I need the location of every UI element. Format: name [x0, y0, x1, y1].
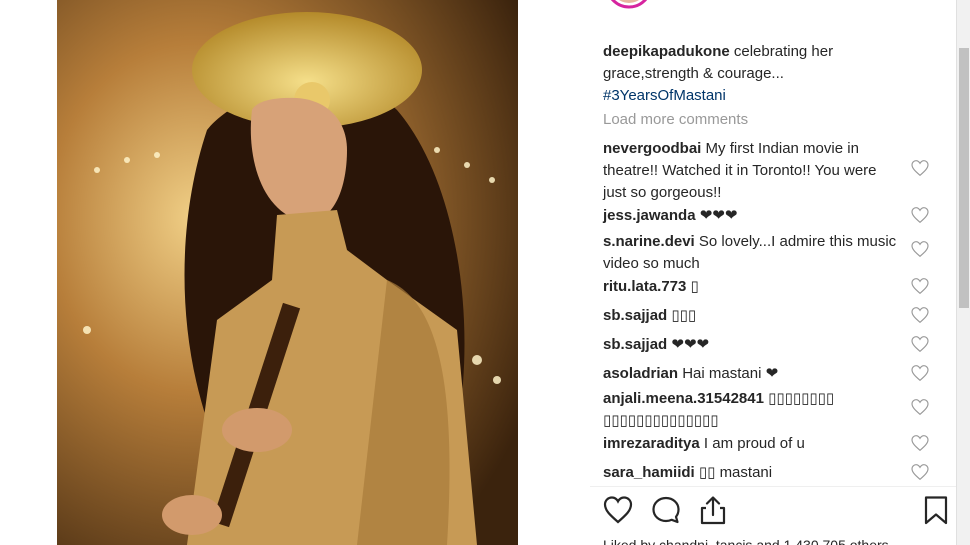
scrollbar-thumb[interactable] — [959, 48, 969, 308]
comment-text: ▯▯▯ — [671, 307, 697, 324]
likes-count[interactable]: Liked by chandni_tancis and 1,430,705 ot… — [603, 537, 889, 545]
comment-username[interactable]: sb.sajjad — [603, 307, 667, 324]
comment-like-heart-icon[interactable] — [911, 307, 929, 323]
bookmark-icon[interactable] — [920, 494, 952, 526]
comment-item: imrezaraditya I am proud of u — [603, 433, 903, 455]
comment-username[interactable]: anjali.meena.31542841 — [603, 390, 764, 407]
comment-text: ❤❤❤ — [671, 336, 710, 353]
comment-text: ▯▯ mastani — [698, 464, 773, 481]
comment-item: sb.sajjad ▯▯▯ — [603, 305, 903, 327]
comment-like-heart-icon[interactable] — [911, 464, 929, 480]
scrollbar[interactable] — [956, 0, 970, 545]
comment-item: sb.sajjad ❤❤❤ — [603, 334, 903, 356]
share-icon[interactable] — [697, 494, 729, 526]
comment-like-heart-icon[interactable] — [911, 365, 929, 381]
comment-text: ▯ — [690, 278, 699, 295]
comment-username[interactable]: jess.jawanda — [603, 207, 696, 224]
comment-username[interactable]: asoladrian — [603, 365, 678, 382]
comment-username[interactable]: imrezaraditya — [603, 435, 700, 452]
caption-hashtag[interactable]: #3YearsOfMastani — [603, 85, 903, 107]
actions-divider — [590, 486, 956, 487]
comment-like-heart-icon[interactable] — [911, 207, 929, 223]
caption-username[interactable]: deepikapadukone — [603, 43, 730, 60]
comment-like-heart-icon[interactable] — [911, 160, 929, 176]
comment-item: anjali.meena.31542841 ▯▯▯▯▯▯▯▯ ▯▯▯▯▯▯▯▯▯… — [603, 388, 903, 432]
comment-like-heart-icon[interactable] — [911, 435, 929, 451]
comment-username[interactable]: sara_hamiidi — [603, 464, 695, 481]
comment-username[interactable]: s.narine.devi — [603, 233, 695, 250]
comment-icon[interactable] — [650, 494, 682, 526]
load-more-comments-link[interactable]: Load more comments — [603, 111, 748, 128]
comment-like-heart-icon[interactable] — [911, 278, 929, 294]
post-caption: deepikapadukone celebrating her grace,st… — [603, 41, 903, 107]
post-photo[interactable] — [57, 0, 518, 545]
post-photo-illustration — [57, 0, 518, 545]
comment-username[interactable]: nevergoodbai — [603, 140, 701, 157]
comment-like-heart-icon[interactable] — [911, 336, 929, 352]
comment-like-heart-icon[interactable] — [911, 241, 929, 257]
comment-text: ❤❤❤ — [699, 207, 738, 224]
comment-item: jess.jawanda ❤❤❤ — [603, 205, 903, 227]
comment-item: ritu.lata.773 ▯ — [603, 276, 903, 298]
comment-username[interactable]: sb.sajjad — [603, 336, 667, 353]
comment-like-heart-icon[interactable] — [911, 399, 929, 415]
comment-item: nevergoodbai My first Indian movie in th… — [603, 138, 903, 204]
comment-item: s.narine.devi So lovely...I admire this … — [603, 231, 903, 275]
heart-icon[interactable] — [602, 494, 634, 526]
comment-text: I am proud of u — [703, 435, 805, 452]
comment-username[interactable]: ritu.lata.773 — [603, 278, 686, 295]
avatar-icon[interactable] — [604, 0, 654, 10]
comment-item: asoladrian Hai mastani ❤ — [603, 363, 903, 385]
comment-item: sara_hamiidi ▯▯ mastani — [603, 462, 903, 484]
comment-text: Hai mastani ❤ — [682, 365, 779, 382]
